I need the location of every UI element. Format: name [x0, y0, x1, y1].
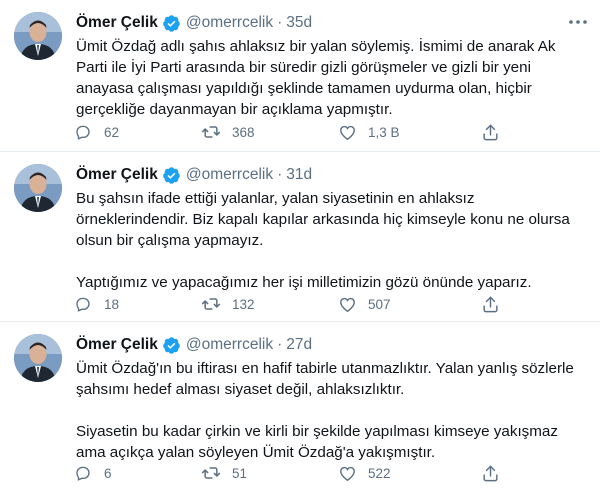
reply-button[interactable]: 62: [72, 121, 119, 143]
tweet-actions: 18 132 507: [70, 293, 510, 317]
retweet-icon: [200, 462, 222, 484]
tweet-paragraph: Ümit Özdağ adlı şahıs ahlaksız bir yalan…: [76, 38, 556, 118]
retweet-count: 51: [232, 465, 248, 481]
share-button[interactable]: [479, 293, 501, 315]
separator-dot: ·: [277, 166, 283, 183]
retweet-icon: [200, 293, 222, 315]
separator-dot: ·: [277, 14, 283, 31]
timestamp[interactable]: 27d: [286, 336, 312, 354]
heart-icon: [336, 293, 358, 315]
retweet-button[interactable]: 368: [200, 121, 255, 143]
share-icon: [479, 462, 501, 484]
author-handle[interactable]: @omerrcelik: [186, 14, 273, 32]
heart-icon: [336, 121, 358, 143]
tweet-actions: 6 51 522: [70, 462, 510, 486]
share-icon: [479, 121, 501, 143]
verified-badge-icon: [162, 336, 181, 355]
reply-count: 18: [104, 296, 120, 312]
retweet-icon: [200, 121, 222, 143]
tweet-text: Bu şahsın ifade ettiği yalanlar, yalan s…: [76, 188, 586, 293]
tweet-actions: 62 368 1,3 B: [70, 121, 510, 145]
tweet-paragraph: Bu şahsın ifade ettiği yalanlar, yalan s…: [76, 190, 570, 249]
timestamp[interactable]: 31d: [286, 166, 312, 184]
retweet-count: 132: [232, 296, 255, 312]
like-button[interactable]: 1,3 B: [336, 121, 400, 143]
like-count: 522: [368, 465, 391, 481]
author-handle[interactable]: @omerrcelik: [186, 166, 273, 184]
verified-badge-icon: [162, 166, 181, 185]
author-name[interactable]: Ömer Çelik: [76, 14, 158, 32]
timestamp[interactable]: 35d: [286, 14, 312, 32]
like-count: 1,3 B: [368, 124, 400, 140]
tweet-text: Ümit Özdağ adlı şahıs ahlaksız bir yalan…: [76, 36, 586, 120]
tweet-paragraph: Yaptığımız ve yapacağımız her işi millet…: [76, 274, 532, 291]
author-name[interactable]: Ömer Çelik: [76, 336, 158, 354]
share-button[interactable]: [479, 462, 501, 484]
share-button[interactable]: [479, 121, 501, 143]
tweet-paragraph: Ümit Özdağ'ın bu iftirası en hafif tabir…: [76, 360, 574, 398]
more-icon[interactable]: [566, 10, 590, 34]
share-icon: [479, 293, 501, 315]
reply-button[interactable]: 6: [72, 462, 112, 484]
retweet-count: 368: [232, 124, 255, 140]
verified-badge-icon: [162, 14, 181, 33]
tweet[interactable]: Ömer Çelik @omerrcelik · 31d Bu şahsın i…: [0, 152, 600, 322]
avatar[interactable]: [14, 334, 62, 382]
retweet-button[interactable]: 132: [200, 293, 255, 315]
avatar[interactable]: [14, 164, 62, 212]
reply-icon: [72, 121, 94, 143]
author-handle[interactable]: @omerrcelik: [186, 336, 273, 354]
avatar[interactable]: [14, 12, 62, 60]
reply-button[interactable]: 18: [72, 293, 119, 315]
reply-icon: [72, 293, 94, 315]
tweet-paragraph: Siyasetin bu kadar çirkin ve kirli bir ş…: [76, 423, 558, 461]
separator-dot: ·: [277, 336, 283, 353]
tweet-text: Ümit Özdağ'ın bu iftirası en hafif tabir…: [76, 358, 586, 463]
heart-icon: [336, 462, 358, 484]
like-button[interactable]: 522: [336, 462, 391, 484]
tweet[interactable]: Ömer Çelik @omerrcelik · 35d Ümit Özdağ …: [0, 0, 600, 152]
tweet[interactable]: Ömer Çelik @omerrcelik · 27d Ümit Özdağ'…: [0, 322, 600, 489]
reply-count: 6: [104, 465, 112, 481]
author-name[interactable]: Ömer Çelik: [76, 166, 158, 184]
like-count: 507: [368, 296, 391, 312]
retweet-button[interactable]: 51: [200, 462, 247, 484]
reply-icon: [72, 462, 94, 484]
reply-count: 62: [104, 124, 120, 140]
like-button[interactable]: 507: [336, 293, 391, 315]
